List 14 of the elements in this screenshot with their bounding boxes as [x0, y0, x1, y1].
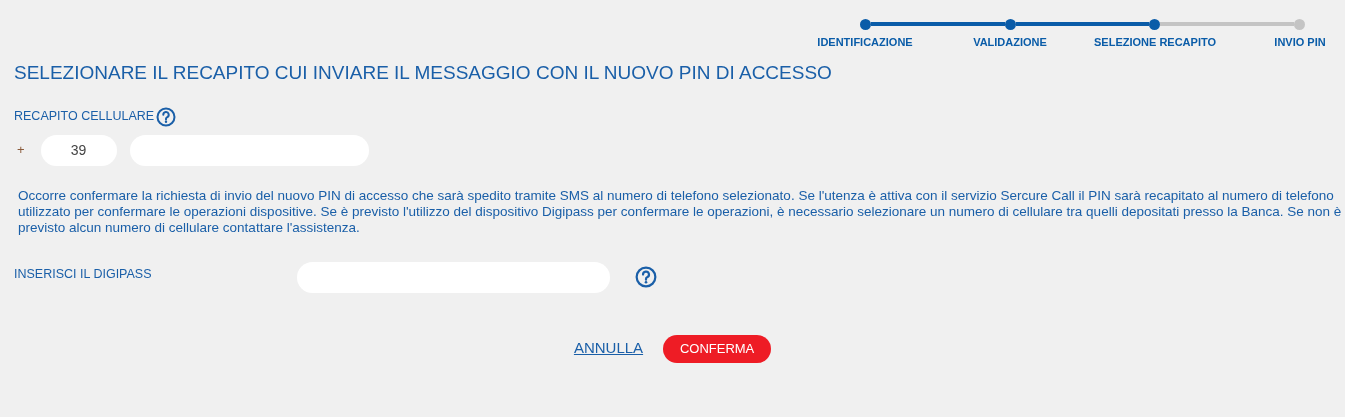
step-label: SELEZIONE RECAPITO: [1094, 35, 1217, 50]
step-label: VALIDAZIONE: [973, 35, 1047, 50]
step-label: INVIO PIN: [1274, 35, 1326, 50]
field-label: RECAPITO CELLULARE: [14, 108, 155, 126]
page-title: SELEZIONARE IL RECAPITO CUI INVIARE IL MESSAGGIO CON IL NUOVO PIN DI ACCESSO: [14, 60, 833, 85]
help-icon[interactable]: [156, 106, 177, 127]
help-icon[interactable]: [635, 265, 657, 288]
field-label: INSERISCI IL DIGIPASS: [14, 265, 153, 283]
info-paragraph: Occorre confermare la richiesta di invio del nuovo PIN di accesso che sarà spedito tramite SMS al numero di telefono selezionato. Se l'utenza è attiva con il servizio Sercure Call il PIN sarà recapitato al numero di telefono utilizzato per confermare le operazioni dispositive. Se è previsto l'utilizzo del dispositivo Digipass per confermare le operazioni, è necessario selezionare un numero di cellulare tra quelli depositati presso la Banca. Se non è previsto alcun numero di cellulare contattare l'assistenza.: [18, 187, 1343, 236]
country-code-field[interactable]: 39: [40, 134, 117, 166]
confirm-button[interactable]: CONFERMA: [663, 334, 772, 363]
cancel-link[interactable]: ANNULLA: [573, 337, 644, 360]
step-label: IDENTIFICAZIONE: [817, 35, 913, 50]
plus-sign: +: [17, 141, 25, 160]
